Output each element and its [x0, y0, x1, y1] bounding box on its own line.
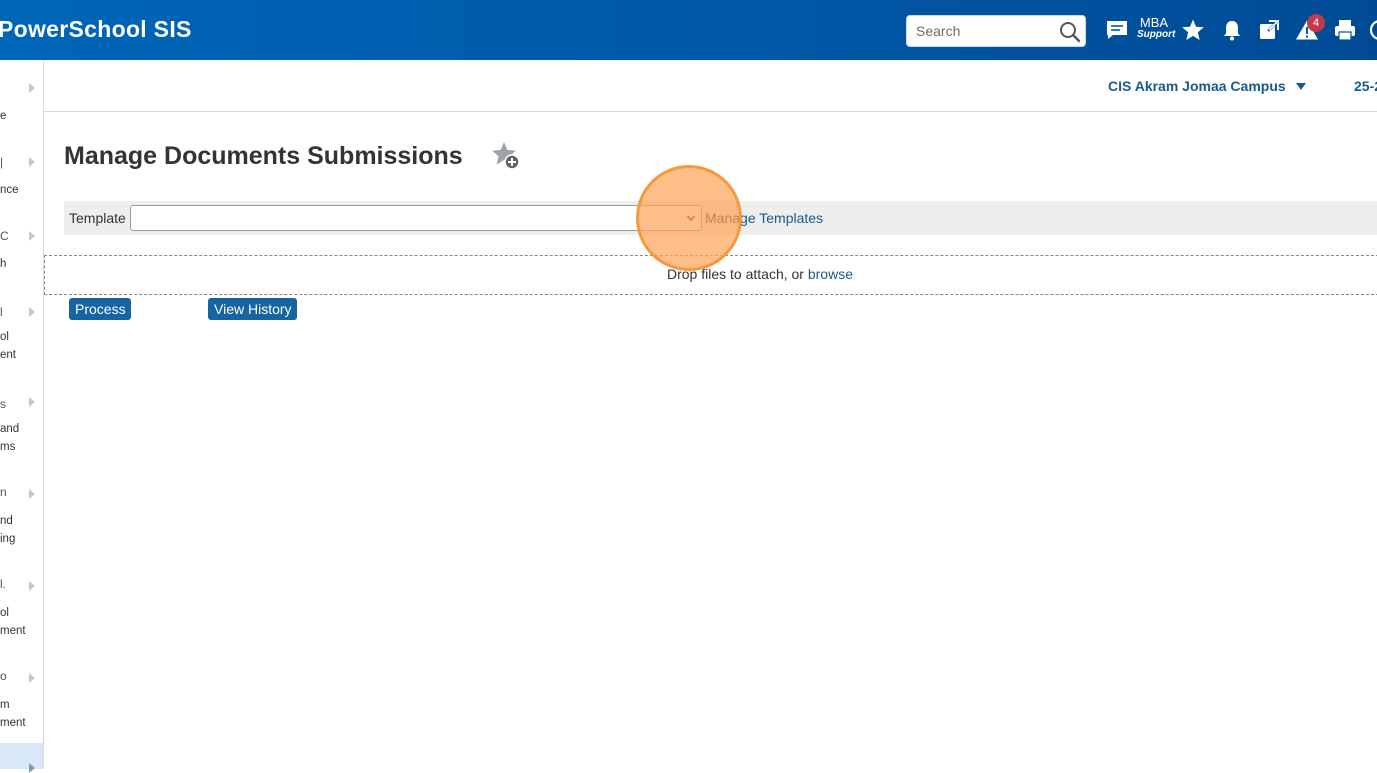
- sidebar-item-label: nd ing: [0, 515, 16, 545]
- sidebar-item-glyph: n: [0, 485, 7, 499]
- mba-support-link[interactable]: MBA Support: [1137, 15, 1176, 44]
- sidebar-item-glyph: |: [0, 155, 4, 169]
- template-row: Template Manage Templates: [64, 201, 1377, 235]
- printer-icon[interactable]: [1333, 18, 1357, 42]
- sidebar-item-glyph: o: [0, 669, 7, 683]
- sidebar-item-glyph: s: [0, 397, 6, 411]
- process-button[interactable]: Process: [69, 298, 131, 320]
- alert-count-badge: 4: [1307, 14, 1325, 32]
- star-icon[interactable]: [1181, 18, 1205, 42]
- sidebar-item-6[interactable]: n nd ing: [0, 468, 43, 560]
- browse-link[interactable]: browse: [808, 266, 853, 282]
- chevron-right-icon: [29, 157, 35, 167]
- sidebar-item-label: ol ent: [0, 331, 16, 361]
- campus-selector[interactable]: CIS Akram Jomaa Campus: [1108, 78, 1286, 94]
- campus-bar: CIS Akram Jomaa Campus 25-2: [44, 60, 1377, 112]
- help-icon[interactable]: [1368, 18, 1377, 42]
- term-selector[interactable]: 25-2: [1354, 78, 1377, 94]
- view-history-button[interactable]: View History: [208, 298, 297, 320]
- search-box[interactable]: [906, 15, 1086, 47]
- sidebar-item-glyph: l.: [0, 577, 6, 591]
- chevron-right-icon: [29, 581, 35, 591]
- manage-templates-link[interactable]: Manage Templates: [705, 210, 823, 226]
- manage-templates-prefix: Mana: [705, 210, 741, 226]
- drop-zone-prefix: Drop files to attach, or: [667, 266, 808, 282]
- messages-icon[interactable]: [1105, 18, 1129, 42]
- chevron-down-icon[interactable]: [686, 213, 696, 223]
- sidebar-item-glyph: C: [0, 229, 9, 243]
- sidebar-item-label: ol ment: [0, 607, 26, 637]
- drop-zone-text: Drop files to attach, or browse: [667, 266, 853, 282]
- page-title: Manage Documents Submissions: [64, 142, 463, 170]
- sidebar-item-active[interactable]: [0, 743, 43, 773]
- external-link-icon[interactable]: [1257, 18, 1281, 42]
- sidebar-item-label: h: [0, 258, 7, 270]
- app-title[interactable]: PowerSchool SIS: [0, 16, 192, 43]
- sidebar: e | nce C h l ol ent s and ms n nd ing l…: [0, 60, 44, 773]
- template-select[interactable]: [130, 205, 702, 231]
- caret-down-icon[interactable]: [1296, 83, 1306, 90]
- sidebar-item-label: and ms: [0, 423, 20, 453]
- search-icon[interactable]: [1059, 21, 1081, 43]
- bell-icon[interactable]: [1220, 18, 1244, 42]
- sidebar-item-label: e: [0, 110, 7, 122]
- sidebar-item-4[interactable]: l ol ent: [0, 284, 43, 376]
- chevron-right-icon: [29, 763, 35, 773]
- sidebar-item-glyph: l: [0, 305, 3, 319]
- sidebar-item-label: nce: [0, 184, 19, 196]
- chevron-right-icon: [29, 231, 35, 241]
- sidebar-item-8[interactable]: o m ment: [0, 652, 43, 744]
- sidebar-item-7[interactable]: l. ol ment: [0, 560, 43, 652]
- chevron-right-icon: [29, 307, 35, 317]
- chevron-right-icon: [29, 489, 35, 499]
- sidebar-item-label: m ment: [0, 699, 26, 729]
- template-label: Template: [69, 210, 126, 226]
- search-input[interactable]: [907, 16, 1057, 46]
- file-drop-zone[interactable]: Drop files to attach, or browse: [44, 255, 1377, 295]
- manage-templates-link-text[interactable]: ge Templates: [740, 210, 823, 226]
- chevron-right-icon: [29, 83, 35, 93]
- mba-label: MBA: [1139, 15, 1169, 30]
- chevron-right-icon: [29, 673, 35, 683]
- chevron-right-icon: [29, 397, 35, 407]
- add-favorite-star-icon[interactable]: [490, 140, 522, 172]
- sidebar-item-5[interactable]: s and ms: [0, 376, 43, 468]
- app-header: PowerSchool SIS MBA Support 4: [0, 0, 1377, 60]
- support-label: Support: [1137, 29, 1176, 40]
